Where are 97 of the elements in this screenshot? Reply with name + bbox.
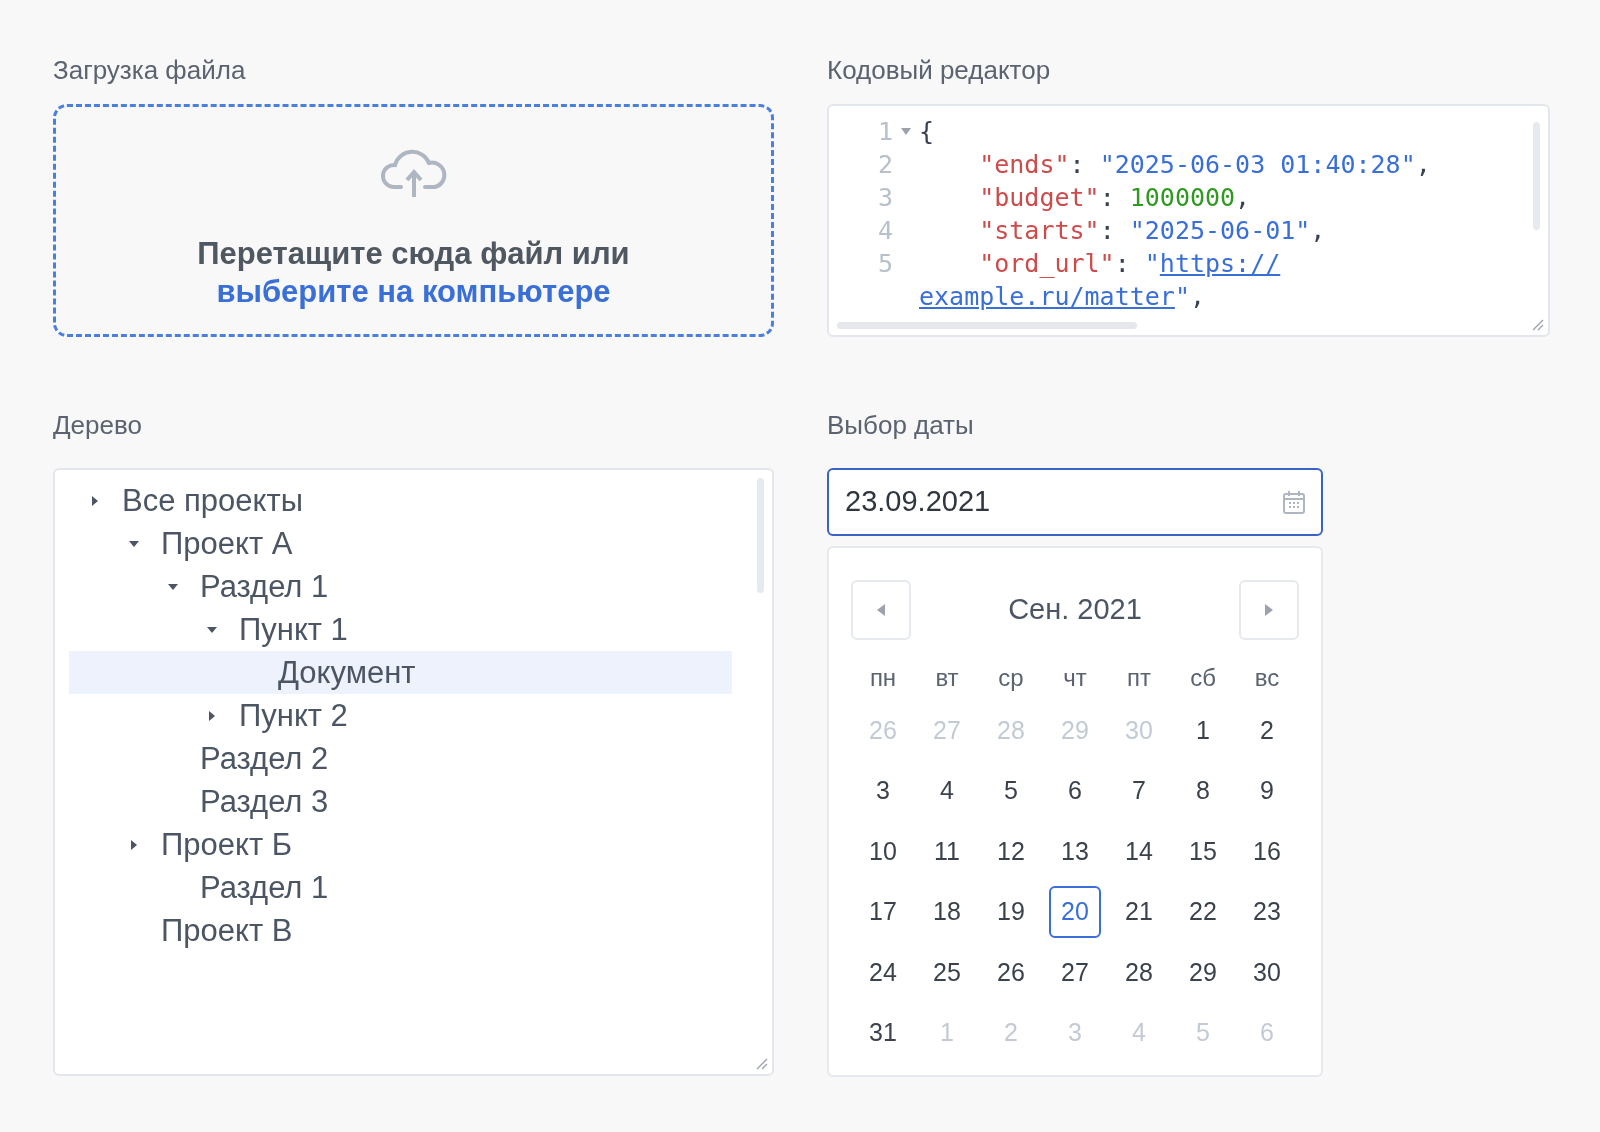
calendar-day[interactable]: 27 [1049,946,1101,999]
weekday-label: пт [1127,663,1151,693]
calendar-day[interactable]: 6 [1049,764,1101,817]
weekday-label: сб [1190,663,1216,693]
calendar-day[interactable]: 31 [857,1006,909,1059]
calendar-day[interactable]: 29 [1177,946,1229,999]
caret-right-icon[interactable] [129,839,139,850]
calendar-day[interactable]: 14 [1113,825,1165,878]
calendar-day[interactable]: 17 [857,885,909,938]
code-line: "ends": "2025-06-03 01:40:28", [978,148,1431,181]
calendar-day[interactable]: 22 [1177,885,1229,938]
line-number: 4 [877,214,893,247]
section-label: Кодовый редактор [827,54,1052,86]
code-line: "ord_url": "https:// [978,247,1281,280]
caret-down-icon[interactable] [207,624,217,635]
calendar-day[interactable]: 9 [1241,764,1293,817]
tree-row[interactable]: Пункт 2 [69,694,732,737]
calendar-day[interactable]: 21 [1113,885,1165,938]
code-line: { [919,115,935,148]
calendar-day[interactable]: 19 [985,885,1037,938]
tree-label: Раздел 1 [200,872,329,903]
code-editor[interactable]: 1 { 2 "ends": "2025-06-03 01:40:28", 3 "budget": 1000000, 4 "starts": "2025-06-01", 5 "ord_url": "https:// example.ru/matter", [827,104,1550,337]
line-number: 5 [877,247,893,280]
resize-grip-icon[interactable] [754,1056,768,1070]
calendar-day[interactable]: 5 [985,764,1037,817]
caret-right-icon[interactable] [90,495,100,506]
tree-row[interactable]: Проект В [69,909,732,952]
weekday-label: вс [1254,663,1280,693]
caret-left-icon [877,604,885,616]
caret-right-icon[interactable] [207,710,217,721]
calendar-day[interactable]: 11 [921,825,973,878]
calendar-day[interactable]: 4 [921,764,973,817]
tree-row[interactable]: Раздел 2 [69,737,732,780]
tree-row[interactable]: Раздел 1 [69,565,732,608]
line-number: 3 [877,181,893,214]
drop-instructions: Перетащите сюда файл или [197,235,630,273]
tree-label: Проект В [161,915,293,946]
weekday-label: пн [869,663,897,693]
weekday-label: вт [935,663,959,693]
section-label: Выбор даты [827,409,975,441]
weekday-label: чт [1063,663,1087,693]
tree-label: Проект А [161,528,293,559]
calendar-day[interactable]: 18 [921,885,973,938]
vertical-scrollbar[interactable] [1533,122,1540,230]
tree-row[interactable]: Раздел 1 [69,866,732,909]
calendar-day[interactable]: 23 [1241,885,1293,938]
browse-link[interactable]: выберите на компьютере [216,273,611,311]
calendar-day[interactable]: 7 [1113,764,1165,817]
weekday-label: ср [998,663,1024,693]
calendar-day[interactable]: 13 [1049,825,1101,878]
calendar-icon[interactable] [1283,490,1305,514]
date-field[interactable]: 23.09.2021 [827,468,1323,536]
vertical-scrollbar[interactable] [757,478,764,593]
tree-label: Пункт 2 [239,700,348,731]
calendar-day[interactable]: 25 [921,946,973,999]
caret-right-icon [1265,604,1273,616]
tree-row[interactable]: Раздел 3 [69,780,732,823]
caret-down-icon[interactable] [129,538,139,549]
tree-label: Раздел 1 [200,571,329,602]
code-line: "budget": 1000000, [978,181,1251,214]
code-line: example.ru/matter", [919,280,1205,313]
calendar-day[interactable]: 12 [985,825,1037,878]
calendar-day[interactable]: 1 [1177,704,1229,757]
tree-label: Проект Б [161,829,293,860]
calendar-day[interactable]: 24 [857,946,909,999]
month-title: Сен. 2021 [1008,592,1142,628]
code-line: "starts": "2025-06-01", [978,214,1326,247]
calendar-day[interactable]: 15 [1177,825,1229,878]
tree-label: Раздел 3 [200,786,329,817]
tree-row[interactable]: Проект Б [69,823,732,866]
tree-row[interactable]: Пункт 1 [69,608,732,651]
tree-label: Все проекты [122,485,303,516]
section-label: Загрузка файла [53,54,247,86]
tree-row[interactable]: Документ [69,651,732,694]
section-label: Дерево [53,409,143,441]
calendar-day[interactable]: 2 [1241,704,1293,757]
resize-grip-icon[interactable] [1530,317,1544,331]
calendar-day[interactable]: 20 [1049,885,1101,938]
calendar-day[interactable]: 28 [1113,946,1165,999]
line-number: 1 [877,115,893,148]
horizontal-scrollbar[interactable] [837,322,1137,329]
file-drop-zone[interactable]: Перетащите сюда файл или выберите на компьютере [53,104,774,337]
tree-label: Документ [278,657,416,688]
calendar-day[interactable]: 16 [1241,825,1293,878]
cloud-upload-icon [378,149,449,199]
calendar-day[interactable]: 8 [1177,764,1229,817]
tree-label: Пункт 1 [239,614,348,645]
tree-row[interactable]: Все проекты [69,479,732,522]
calendar-day[interactable]: 26 [985,946,1037,999]
fold-caret-icon[interactable] [901,128,911,135]
tree-label: Раздел 2 [200,743,329,774]
calendar-day[interactable]: 10 [857,825,909,878]
line-number: 2 [877,148,893,181]
calendar-day[interactable]: 3 [857,764,909,817]
tree-row[interactable]: Проект А [69,522,732,565]
calendar-day[interactable]: 30 [1241,946,1293,999]
caret-down-icon[interactable] [168,581,178,592]
